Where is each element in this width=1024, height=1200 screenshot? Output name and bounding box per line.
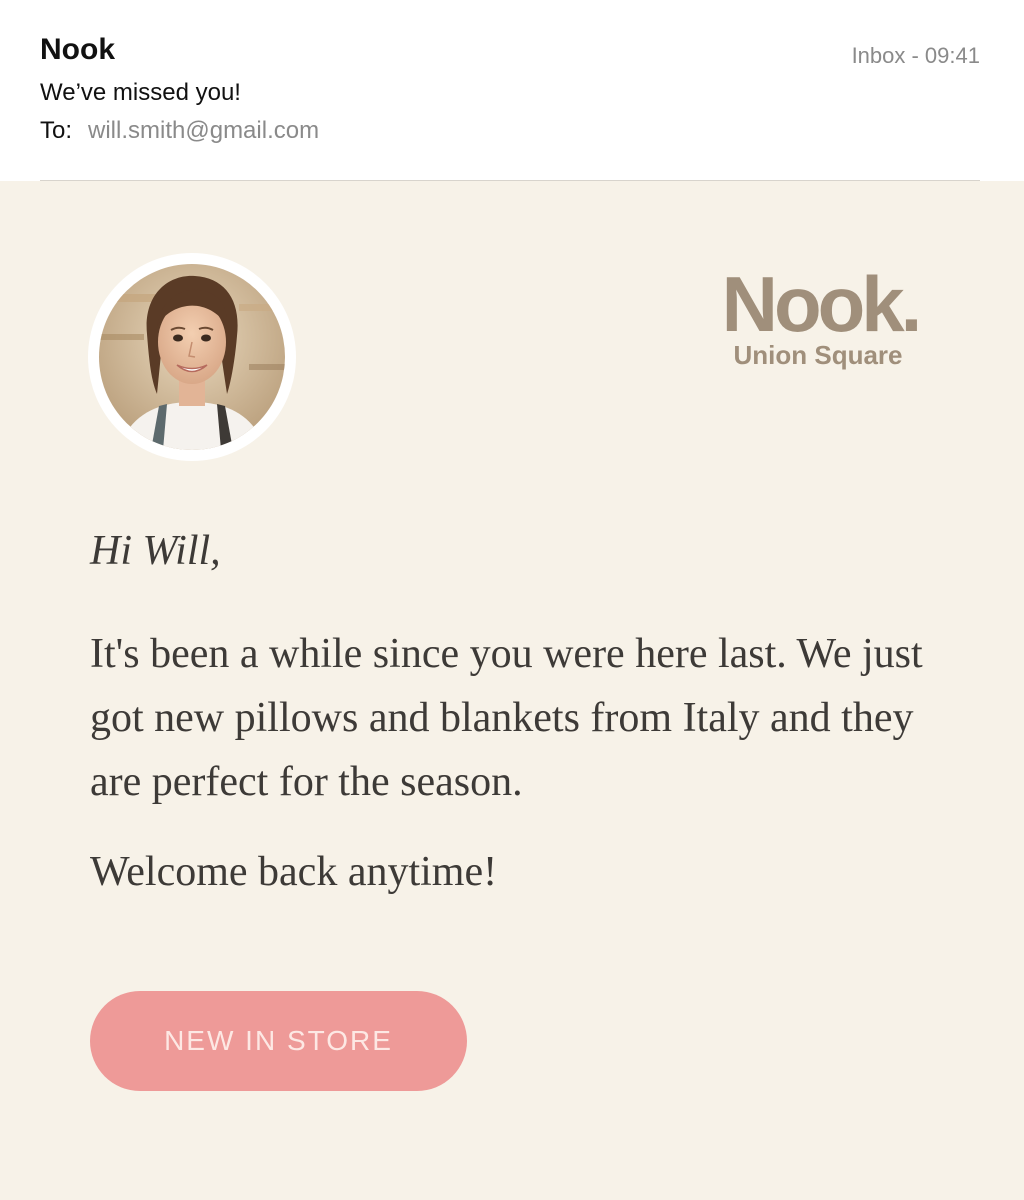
avatar xyxy=(99,264,285,450)
closing-line: Welcome back anytime! xyxy=(90,849,498,895)
brand-name: Nook. xyxy=(721,260,923,348)
brand-logo: Nook. Union Square xyxy=(700,262,940,368)
new-in-store-button[interactable]: NEW IN STORE xyxy=(90,991,467,1091)
message-paragraph: It's been a while since you were here la… xyxy=(90,631,923,805)
mailbox-time: Inbox - 09:41 xyxy=(851,43,980,68)
email-header: Nook Inbox - 09:41 We’ve missed you! To:… xyxy=(0,0,1024,181)
email-subject: We’ve missed you! xyxy=(40,79,241,106)
greeting: Hi Will, xyxy=(90,528,221,574)
sender-name: Nook xyxy=(40,33,115,66)
recipient-address[interactable]: will.smith@gmail.com xyxy=(88,117,319,144)
person-photo-icon xyxy=(99,264,285,450)
to-label: To: xyxy=(40,117,73,144)
recipient-row: To: will.smith@gmail.com xyxy=(40,117,319,145)
